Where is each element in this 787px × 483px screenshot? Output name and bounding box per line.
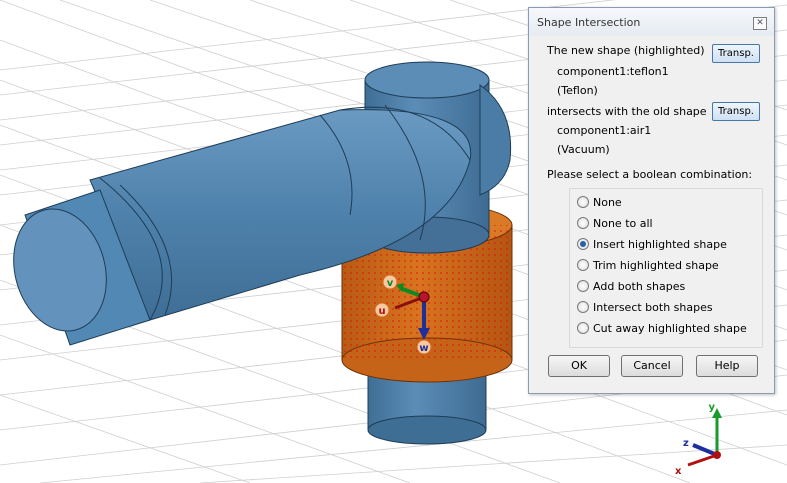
axis-y-label: y [708,402,715,413]
shape-intersection-dialog: Shape Intersection ✕ The new shape (high… [528,7,775,394]
close-button[interactable]: ✕ [753,17,767,30]
new-shape-label: The new shape (highlighted) [547,44,705,57]
new-shape-name: component1:teflon1 [557,65,669,78]
help-button[interactable]: Help [696,355,758,377]
axis-x-label: x [675,466,682,477]
new-shape-material: (Teflon) [557,84,598,97]
option-cut-away[interactable]: Cut away highlighted shape [577,320,747,336]
option-add-both-label: Add both shapes [593,279,686,293]
close-icon: ✕ [756,18,764,28]
option-intersect-both[interactable]: Intersect both shapes [577,299,713,315]
option-trim-highlighted-label: Trim highlighted shape [593,258,719,272]
dialog-title: Shape Intersection [537,16,641,29]
option-insert-highlighted-label: Insert highlighted shape [593,237,727,251]
axes-indicator: y z x [675,402,722,477]
transp-old-shape-button[interactable]: Transp. [712,102,760,121]
old-shape-material: (Vacuum) [557,143,610,156]
radio-insert-highlighted[interactable] [577,238,589,250]
option-trim-highlighted[interactable]: Trim highlighted shape [577,257,719,273]
ok-button[interactable]: OK [548,355,610,377]
gizmo-w-label: w [419,343,428,354]
gizmo-u-label: u [378,306,385,317]
cancel-button[interactable]: Cancel [621,355,683,377]
option-add-both[interactable]: Add both shapes [577,278,685,294]
radio-intersect-both[interactable] [577,301,589,313]
transp-new-shape-button[interactable]: Transp. [712,44,760,63]
option-cut-away-label: Cut away highlighted shape [593,321,747,335]
old-shape-label: intersects with the old shape [547,105,707,118]
gizmo-v-label: v [387,278,394,289]
radio-none-to-all[interactable] [577,217,589,229]
option-intersect-both-label: Intersect both shapes [593,300,713,314]
radio-trim-highlighted[interactable] [577,259,589,271]
option-none-to-all[interactable]: None to all [577,215,653,231]
option-insert-highlighted[interactable]: Insert highlighted shape [577,236,727,252]
option-none[interactable]: None [577,194,622,210]
radio-none[interactable] [577,196,589,208]
radio-cut-away[interactable] [577,322,589,334]
dialog-titlebar[interactable]: Shape Intersection ✕ [529,8,774,36]
option-none-to-all-label: None to all [593,216,653,230]
option-none-label: None [593,195,622,209]
boolean-options-group: None None to all Insert highlighted shap… [569,188,763,348]
radio-add-both[interactable] [577,280,589,292]
old-shape-name: component1:air1 [557,124,652,137]
axis-z-label: z [683,438,689,449]
boolean-prompt: Please select a boolean combination: [547,168,753,181]
